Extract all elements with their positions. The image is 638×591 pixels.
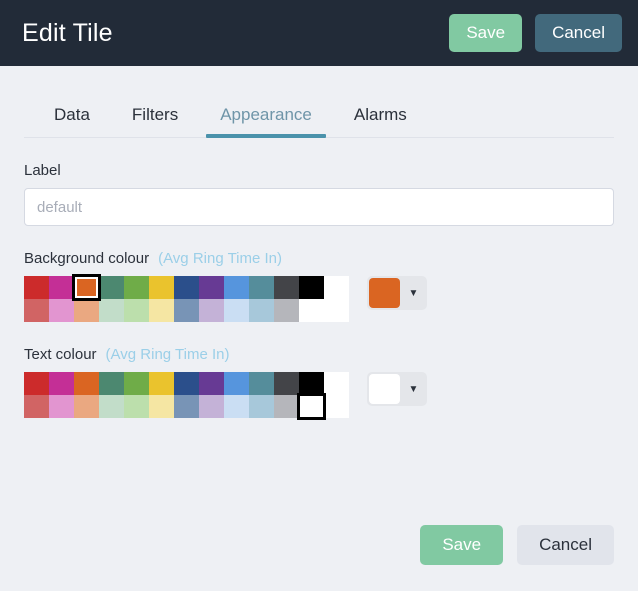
text-colour-picker[interactable]: ▼ xyxy=(367,372,427,406)
colour-swatch[interactable] xyxy=(299,395,324,418)
label-input[interactable] xyxy=(24,188,614,226)
colour-swatch[interactable] xyxy=(299,299,324,322)
colour-swatch[interactable] xyxy=(124,395,149,418)
colour-swatch[interactable] xyxy=(224,372,249,395)
chevron-down-icon[interactable]: ▼ xyxy=(400,288,427,299)
colour-swatch[interactable] xyxy=(124,276,149,299)
colour-swatch[interactable] xyxy=(74,395,99,418)
colour-swatch[interactable] xyxy=(149,372,174,395)
colour-swatch[interactable] xyxy=(249,395,274,418)
footer-save-button[interactable]: Save xyxy=(420,525,503,565)
colour-swatch[interactable] xyxy=(49,276,74,299)
colour-swatch[interactable] xyxy=(224,276,249,299)
colour-swatch[interactable] xyxy=(49,299,74,322)
text-swatch-grid[interactable] xyxy=(24,372,349,418)
colour-swatch[interactable] xyxy=(74,299,99,322)
dialog-header: Edit Tile Save Cancel xyxy=(0,0,638,66)
text-colour-label: Text colour xyxy=(24,346,97,363)
colour-swatch[interactable] xyxy=(49,372,74,395)
colour-swatch[interactable] xyxy=(324,299,349,322)
colour-swatch[interactable] xyxy=(124,372,149,395)
colour-swatch[interactable] xyxy=(99,395,124,418)
header-save-button[interactable]: Save xyxy=(449,14,522,52)
colour-swatch[interactable] xyxy=(299,276,324,299)
colour-swatch[interactable] xyxy=(199,276,224,299)
colour-swatch[interactable] xyxy=(324,395,349,418)
colour-swatch[interactable] xyxy=(224,395,249,418)
footer-cancel-button[interactable]: Cancel xyxy=(517,525,614,565)
text-colour-section: Text colour (Avg Ring Time In) ▼ xyxy=(24,322,614,418)
tab-data[interactable]: Data xyxy=(40,105,104,137)
tab-bar: Data Filters Appearance Alarms xyxy=(24,66,614,138)
text-colour-chip xyxy=(369,374,400,404)
colour-swatch[interactable] xyxy=(49,395,74,418)
colour-swatch[interactable] xyxy=(174,299,199,322)
background-colour-source: (Avg Ring Time In) xyxy=(158,250,282,267)
colour-swatch[interactable] xyxy=(24,395,49,418)
background-colour-chip xyxy=(369,278,400,308)
colour-swatch[interactable] xyxy=(199,299,224,322)
header-cancel-button[interactable]: Cancel xyxy=(535,14,622,52)
colour-swatch[interactable] xyxy=(274,299,299,322)
colour-swatch[interactable] xyxy=(24,299,49,322)
background-colour-heading: Background colour (Avg Ring Time In) xyxy=(24,250,614,267)
label-field-label: Label xyxy=(24,162,614,179)
text-colour-source: (Avg Ring Time In) xyxy=(106,346,230,363)
text-colour-row: ▼ xyxy=(24,372,614,418)
colour-swatch[interactable] xyxy=(249,372,274,395)
colour-swatch[interactable] xyxy=(149,299,174,322)
colour-swatch[interactable] xyxy=(224,299,249,322)
footer-actions: Save Cancel xyxy=(420,525,614,565)
colour-swatch[interactable] xyxy=(274,372,299,395)
page-title: Edit Tile xyxy=(22,19,436,48)
background-swatch-grid[interactable] xyxy=(24,276,349,322)
colour-swatch[interactable] xyxy=(249,276,274,299)
colour-swatch[interactable] xyxy=(274,276,299,299)
colour-swatch[interactable] xyxy=(149,395,174,418)
colour-swatch[interactable] xyxy=(99,299,124,322)
background-colour-label: Background colour xyxy=(24,250,149,267)
background-colour-picker[interactable]: ▼ xyxy=(367,276,427,310)
colour-swatch[interactable] xyxy=(249,299,274,322)
appearance-panel: Data Filters Appearance Alarms Label Bac… xyxy=(0,66,638,591)
chevron-down-icon[interactable]: ▼ xyxy=(400,384,427,395)
label-section: Label xyxy=(24,138,614,226)
tab-appearance[interactable]: Appearance xyxy=(206,105,326,137)
text-colour-heading: Text colour (Avg Ring Time In) xyxy=(24,346,614,363)
background-colour-section: Background colour (Avg Ring Time In) ▼ xyxy=(24,226,614,322)
colour-swatch[interactable] xyxy=(99,276,124,299)
colour-swatch[interactable] xyxy=(24,276,49,299)
colour-swatch[interactable] xyxy=(174,276,199,299)
colour-swatch[interactable] xyxy=(324,372,349,395)
colour-swatch[interactable] xyxy=(274,395,299,418)
colour-swatch[interactable] xyxy=(124,299,149,322)
colour-swatch[interactable] xyxy=(199,395,224,418)
colour-swatch[interactable] xyxy=(74,276,99,299)
background-colour-row: ▼ xyxy=(24,276,614,322)
tab-filters[interactable]: Filters xyxy=(118,105,192,137)
colour-swatch[interactable] xyxy=(324,276,349,299)
colour-swatch[interactable] xyxy=(74,372,99,395)
colour-swatch[interactable] xyxy=(199,372,224,395)
colour-swatch[interactable] xyxy=(174,395,199,418)
colour-swatch[interactable] xyxy=(299,372,324,395)
colour-swatch[interactable] xyxy=(24,372,49,395)
tab-alarms[interactable]: Alarms xyxy=(340,105,421,137)
colour-swatch[interactable] xyxy=(99,372,124,395)
colour-swatch[interactable] xyxy=(149,276,174,299)
colour-swatch[interactable] xyxy=(174,372,199,395)
